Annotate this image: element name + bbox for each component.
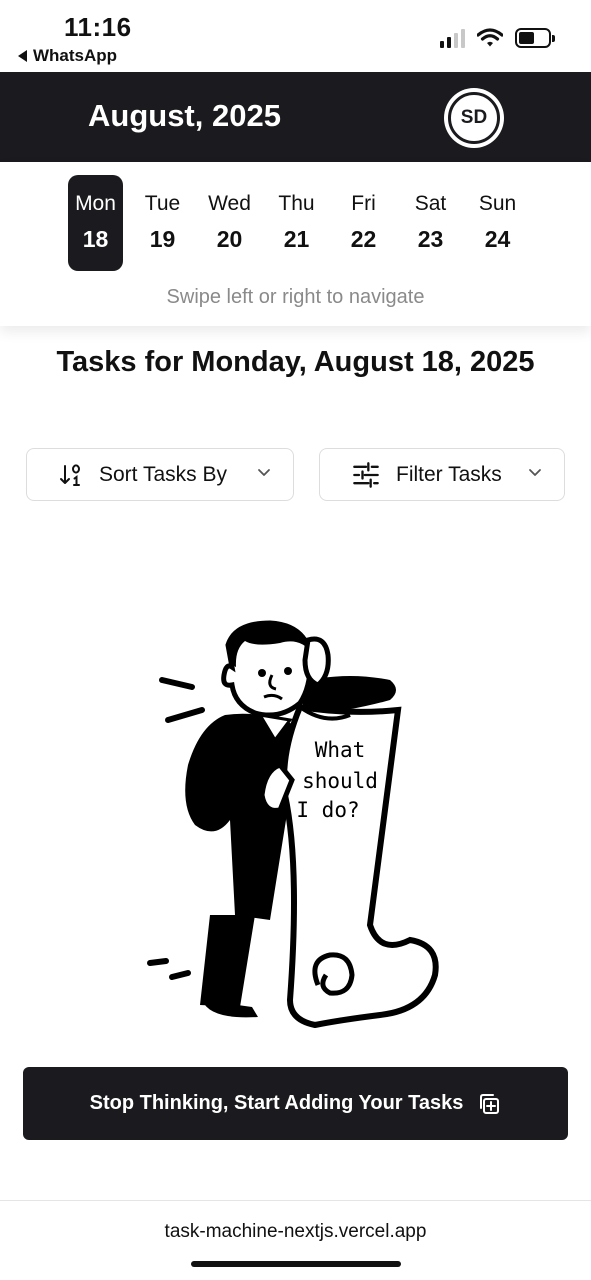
- week-strip: Mon 18 Tue 19 Wed 20 Thu 21 Fri 22 Sat 23 Sun 24 Swip…: [0, 162, 591, 326]
- day-tue[interactable]: Tue 19: [135, 175, 190, 271]
- cellular-signal-icon: [440, 28, 465, 48]
- status-time: 11:16: [64, 12, 132, 42]
- add-tasks-label: Stop Thinking, Start Adding Your Tasks: [89, 1092, 464, 1114]
- day-list: Mon 18 Tue 19 Wed 20 Thu 21 Fri 22 Sat 23 Sun 24: [68, 175, 525, 271]
- day-number: 24: [484, 226, 511, 252]
- sort-label: Sort Tasks By: [99, 462, 227, 486]
- home-indicator[interactable]: [191, 1261, 401, 1267]
- battery-icon: [515, 28, 555, 48]
- status-bar: 11:16 WhatsApp: [0, 0, 591, 72]
- avatar-initials: SD: [448, 92, 500, 144]
- day-thu[interactable]: Thu 21: [269, 175, 324, 271]
- add-copy-icon: [480, 1093, 500, 1114]
- day-name: Thu: [278, 192, 315, 215]
- day-fri[interactable]: Fri 22: [336, 175, 391, 271]
- chevron-down-icon: [258, 469, 270, 476]
- user-avatar-button[interactable]: SD: [444, 88, 504, 148]
- add-tasks-button[interactable]: Stop Thinking, Start Adding Your Tasks: [23, 1067, 568, 1140]
- day-name: Mon: [75, 192, 116, 215]
- day-name: Sat: [414, 192, 447, 215]
- swipe-hint: Swipe left or right to navigate: [166, 286, 425, 308]
- day-number: 20: [216, 226, 243, 252]
- day-number: 18: [82, 226, 109, 252]
- day-number: 23: [417, 226, 444, 252]
- back-to-app-link[interactable]: WhatsApp: [18, 46, 117, 66]
- filter-label: Filter Tasks: [396, 462, 502, 486]
- back-arrow-icon: [18, 50, 27, 62]
- status-icons: [440, 28, 555, 48]
- scroll-text-line-1: What: [315, 738, 366, 762]
- day-sat[interactable]: Sat 23: [403, 175, 458, 271]
- day-mon[interactable]: Mon 18: [68, 175, 123, 271]
- tasks-title: Tasks for Monday, August 18, 2025: [56, 346, 535, 378]
- day-wed[interactable]: Wed 20: [202, 175, 257, 271]
- app-header: August, 2025 SD: [0, 72, 591, 162]
- day-number: 21: [283, 226, 310, 252]
- day-sun[interactable]: Sun 24: [470, 175, 525, 271]
- url-text: task-machine-nextjs.vercel.app: [164, 1221, 427, 1242]
- sort-numeric-icon: [60, 463, 80, 486]
- day-number: 19: [149, 226, 176, 252]
- sliders-icon: [353, 461, 379, 488]
- month-title: August, 2025: [88, 98, 281, 133]
- day-name: Sun: [478, 192, 517, 215]
- day-number: 22: [350, 226, 377, 252]
- wifi-icon: [477, 28, 503, 47]
- chevron-down-icon: [529, 469, 541, 476]
- sort-tasks-dropdown[interactable]: Sort Tasks By: [26, 448, 294, 501]
- scroll-text-line-2: should: [302, 769, 378, 793]
- day-name: Fri: [351, 192, 376, 215]
- day-name: Tue: [144, 192, 181, 215]
- filter-tasks-dropdown[interactable]: Filter Tasks: [319, 448, 565, 501]
- browser-url-bar[interactable]: task-machine-nextjs.vercel.app: [0, 1200, 591, 1280]
- scroll-text-line-3: I do?: [296, 798, 359, 822]
- empty-state-illustration: What should I do?: [147, 620, 439, 1029]
- back-app-label: WhatsApp: [33, 46, 118, 65]
- day-name: Wed: [208, 192, 251, 215]
